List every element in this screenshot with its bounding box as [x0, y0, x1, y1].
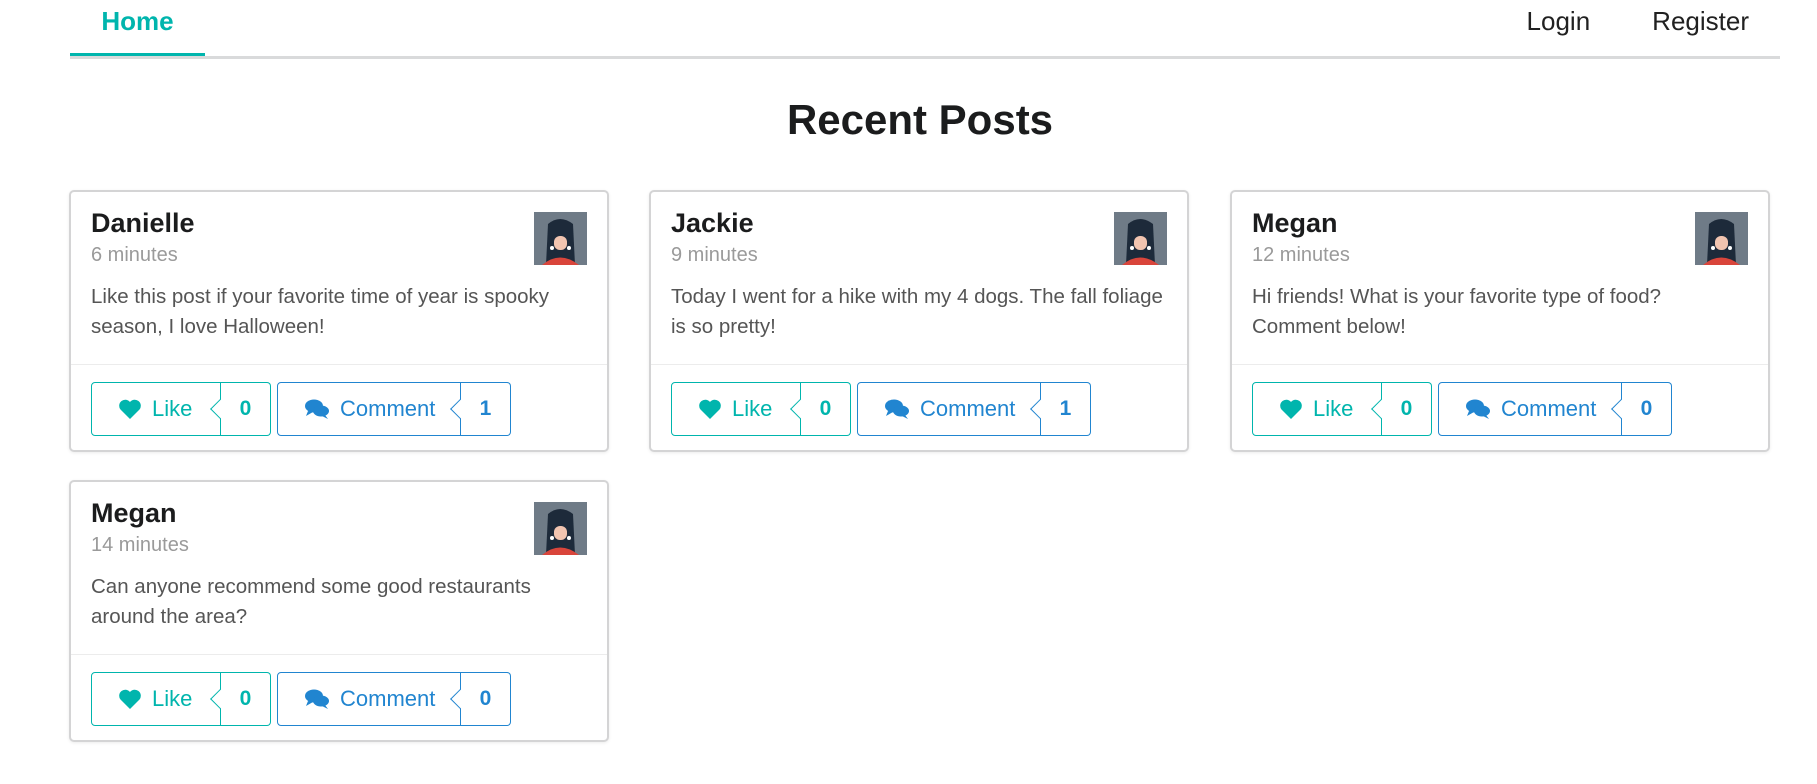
like-button-main[interactable]: Like: [671, 382, 801, 436]
comment-button-main[interactable]: Comment: [277, 382, 461, 436]
post-card: Megan 14 minutes Can anyone recommend so…: [69, 480, 609, 742]
avatar: [534, 502, 587, 555]
comment-button[interactable]: Comment 0: [1438, 382, 1672, 436]
post-time: 14 minutes: [91, 534, 189, 556]
like-label: Like: [1313, 396, 1354, 421]
comment-count: 1: [1041, 382, 1091, 436]
comment-count: 0: [1622, 382, 1672, 436]
post-body: Hi friends! What is your favorite type o…: [1252, 285, 1662, 338]
post-card: Megan 12 minutes Hi friends! What is you…: [1230, 190, 1770, 452]
comment-count: 1: [461, 382, 511, 436]
card-divider: [651, 364, 1187, 365]
like-count: 0: [221, 672, 271, 726]
post-actions: Like 0 Comment 0: [91, 672, 511, 726]
like-button[interactable]: Like 0: [671, 382, 851, 436]
nav-register-link[interactable]: Register: [1621, 0, 1780, 56]
post-body: Can anyone recommend some good restauran…: [91, 575, 531, 628]
card-divider: [71, 654, 607, 655]
like-button-main[interactable]: Like: [91, 672, 221, 726]
comments-icon: [304, 688, 330, 710]
post-actions: Like 0 Comment 1: [91, 382, 511, 436]
like-label: Like: [152, 396, 193, 421]
comment-button[interactable]: Comment 0: [277, 672, 511, 726]
comment-label: Comment: [920, 396, 1016, 421]
comment-button[interactable]: Comment 1: [857, 382, 1091, 436]
heart-icon: [698, 398, 722, 420]
comments-icon: [1465, 398, 1491, 420]
nav-home-tab[interactable]: Home: [70, 0, 205, 56]
comment-label: Comment: [340, 396, 436, 421]
comment-button-main[interactable]: Comment: [277, 672, 461, 726]
card-divider: [71, 364, 607, 365]
like-count: 0: [221, 382, 271, 436]
post-card: Jackie 9 minutes Today I went for a hike…: [649, 190, 1189, 452]
nav-right-menu: Login Register: [1496, 0, 1780, 56]
post-card: Danielle 6 minutes Like this post if you…: [69, 190, 609, 452]
comment-button[interactable]: Comment 1: [277, 382, 511, 436]
avatar: [534, 212, 587, 265]
post-time: 6 minutes: [91, 244, 178, 266]
avatar: [1695, 212, 1748, 265]
like-button[interactable]: Like 0: [1252, 382, 1432, 436]
comments-icon: [884, 398, 910, 420]
like-count: 0: [801, 382, 851, 436]
post-author: Megan: [91, 498, 177, 528]
post-author: Megan: [1252, 208, 1338, 238]
post-author: Danielle: [91, 208, 195, 238]
post-actions: Like 0 Comment 0: [1252, 382, 1672, 436]
top-menu: Home Login Register: [70, 0, 1780, 59]
avatar: [1114, 212, 1167, 265]
like-button[interactable]: Like 0: [91, 382, 271, 436]
post-actions: Like 0 Comment 1: [671, 382, 1091, 436]
comment-count: 0: [461, 672, 511, 726]
like-button-main[interactable]: Like: [91, 382, 221, 436]
comment-button-main[interactable]: Comment: [857, 382, 1041, 436]
post-time: 12 minutes: [1252, 244, 1350, 266]
like-button[interactable]: Like 0: [91, 672, 271, 726]
page-title: Recent Posts: [786, 96, 1054, 143]
heart-icon: [118, 688, 142, 710]
like-count: 0: [1382, 382, 1432, 436]
comment-button-main[interactable]: Comment: [1438, 382, 1622, 436]
comment-label: Comment: [340, 686, 436, 711]
card-divider: [1232, 364, 1768, 365]
post-time: 9 minutes: [671, 244, 758, 266]
post-body: Today I went for a hike with my 4 dogs. …: [671, 285, 1163, 338]
heart-icon: [118, 398, 142, 420]
comments-icon: [304, 398, 330, 420]
post-body: Like this post if your favorite time of …: [91, 285, 550, 338]
heart-icon: [1279, 398, 1303, 420]
post-author: Jackie: [671, 208, 754, 238]
like-label: Like: [152, 686, 193, 711]
nav-login-link[interactable]: Login: [1496, 0, 1622, 56]
comment-label: Comment: [1501, 396, 1597, 421]
like-button-main[interactable]: Like: [1252, 382, 1382, 436]
like-label: Like: [732, 396, 773, 421]
